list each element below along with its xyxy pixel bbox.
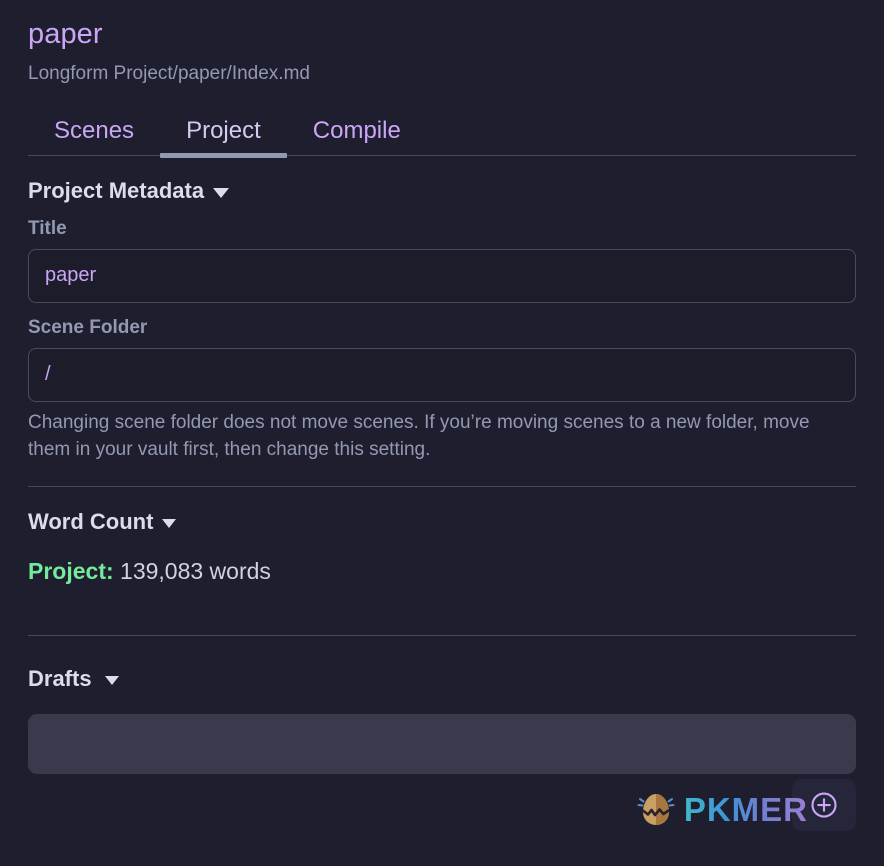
drafts-header[interactable]: Drafts (28, 666, 856, 692)
longform-project-panel: paper Longform Project/paper/Index.md Sc… (0, 0, 884, 866)
page-title: paper (28, 18, 103, 50)
word-count-line: Project: 139,083 words (28, 558, 856, 585)
tab-compile[interactable]: Compile (287, 113, 427, 155)
draft-list-item[interactable] (28, 713, 856, 774)
pkmer-watermark: PKMER (634, 788, 808, 832)
word-count-section: Word Count Project: 139,083 words (28, 487, 856, 585)
chevron-down-icon (104, 676, 119, 686)
scene-folder-field-label: Scene Folder (28, 316, 148, 338)
plus-circle-icon (811, 792, 837, 818)
word-count-scope-label: Project: (28, 557, 114, 584)
chevron-down-icon (213, 187, 230, 198)
project-metadata-header[interactable]: Project Metadata (28, 178, 856, 204)
scene-folder-help-text: Changing scene folder does not move scen… (28, 411, 810, 461)
word-count-value: 139,083 words (120, 557, 271, 584)
divider-after-word-count (28, 634, 856, 636)
project-metadata-section: Project Metadata Title Scene Folder Chan… (28, 156, 856, 464)
cracked-egg-icon (637, 794, 675, 825)
scene-folder-input[interactable] (28, 347, 856, 402)
tab-scenes[interactable]: Scenes (28, 113, 160, 155)
project-metadata-title: Project Metadata (28, 177, 205, 203)
pkmer-watermark-text: PKMER (683, 791, 808, 828)
add-draft-button[interactable] (792, 779, 856, 831)
tab-bar: Scenes Project Compile (28, 113, 856, 158)
tab-project[interactable]: Project (160, 113, 287, 158)
drafts-section: Drafts (28, 666, 856, 774)
word-count-header[interactable]: Word Count (28, 509, 856, 535)
title-input[interactable] (28, 248, 856, 303)
title-field-label: Title (28, 217, 67, 239)
view-header: paper Longform Project/paper/Index.md (28, 0, 856, 85)
word-count-title: Word Count (28, 508, 154, 534)
drafts-title: Drafts (28, 665, 92, 691)
chevron-down-icon (162, 519, 177, 529)
breadcrumb-path: Longform Project/paper/Index.md (28, 63, 310, 84)
